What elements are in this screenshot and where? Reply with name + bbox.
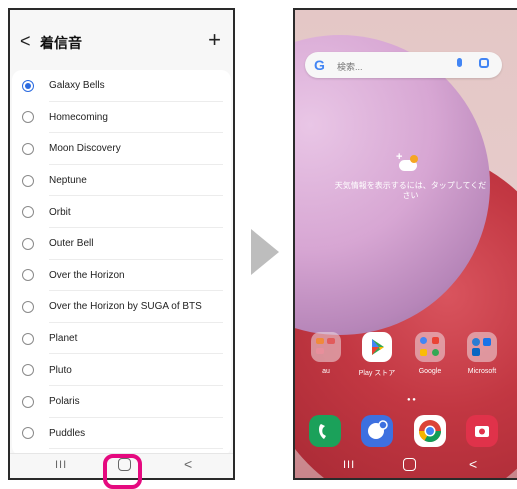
back-nav-icon[interactable]: < [184,456,192,472]
ringtone-label: Pluto [49,364,72,376]
radio-button[interactable] [22,206,34,219]
google-search-bar[interactable]: G 検索... [305,52,502,78]
search-placeholder: 検索... [337,62,363,72]
radio-button[interactable] [22,269,34,282]
home-icon[interactable] [403,458,416,471]
mic-icon[interactable] [457,58,462,67]
ringtone-label: Moon Discovery [49,143,121,155]
ringtone-label: Polaris [49,396,80,408]
back-icon[interactable]: < [20,32,31,50]
ringtone-item[interactable]: Moon Discovery [12,133,231,165]
chrome-icon [414,415,446,447]
radio-button[interactable] [22,111,34,124]
camera-icon [466,415,498,447]
messages-icon [361,415,393,447]
ringtone-label: Over the Horizon by SUGA of BTS [49,301,202,313]
radio-button[interactable] [22,364,34,377]
radio-button[interactable] [22,174,34,187]
radio-button[interactable] [22,300,34,313]
ringtone-label: Puddles [49,427,86,439]
phone-icon [309,415,341,447]
radio-button[interactable] [22,237,34,250]
page-indicator: ● ● [407,397,416,403]
radio-button[interactable] [22,427,34,440]
arrow-right-icon [251,229,279,275]
app-label: Google [418,368,442,375]
app-au-folder[interactable]: au [305,332,347,375]
radio-button[interactable] [22,142,34,155]
radio-button[interactable] [22,332,34,345]
ringtone-label: Galaxy Bells [49,80,105,92]
ringtone-item[interactable]: Polaris [12,386,231,418]
ringtone-label: Outer Bell [49,238,94,250]
ringtone-item[interactable]: Galaxy Bells [12,70,231,102]
recent-apps-icon[interactable]: III [343,459,355,471]
ringtone-item[interactable]: Over the Horizon by SUGA of BTS [12,291,231,323]
page-title: 着信音 [40,35,82,51]
dock-messages[interactable] [356,415,398,447]
ringtone-label: Neptune [49,175,87,187]
back-nav-icon[interactable]: < [469,456,477,472]
radio-button[interactable] [22,395,34,408]
ringtone-item[interactable]: Outer Bell [12,228,231,260]
app-google-folder[interactable]: Google [409,332,451,375]
app-play-store[interactable]: Play ストア [356,332,398,378]
add-icon[interactable]: + [208,27,221,53]
home-button-highlight [103,454,142,489]
app-label: Microsoft [467,368,497,375]
ringtone-item[interactable]: Planet [12,323,231,355]
weather-widget-text[interactable]: 天気情報を表示するには、タップしてください [333,181,488,201]
ringtone-item[interactable]: Pluto [12,354,231,386]
app-microsoft-folder[interactable]: Microsoft [461,332,503,375]
app-label: Play ストア [358,370,396,377]
ringtone-item[interactable]: Homecoming [12,102,231,134]
dock-camera[interactable] [461,415,503,447]
ringtone-label: Homecoming [49,111,108,123]
dock-chrome[interactable] [409,415,451,447]
radio-button[interactable] [22,79,34,92]
play-store-icon [362,332,392,362]
header: < 着信音 + [10,10,233,64]
recent-apps-icon[interactable]: III [55,459,67,471]
ringtone-label: Over the Horizon [49,269,125,281]
dock-phone[interactable] [304,415,346,447]
home-screen: G 検索... + 天気情報を表示するには、タップしてください au Play … [293,8,517,480]
sun-icon [410,155,418,163]
app-label: au [322,368,330,375]
ringtone-item[interactable]: Orbit [12,196,231,228]
google-icon: G [314,57,325,73]
ringtone-label: Orbit [49,206,71,218]
ringtone-list: Galaxy Bells Homecoming Moon Discovery Nept… [12,70,231,456]
microsoft-folder-icon [467,332,497,362]
folder-icon [311,332,341,362]
ringtone-item[interactable]: Puddles [12,418,231,450]
ringtone-item[interactable]: Neptune [12,165,231,197]
lens-icon[interactable] [479,58,489,68]
ringtone-label: Planet [49,333,78,345]
google-folder-icon [415,332,445,362]
ringtone-settings-screen: < 着信音 + Galaxy Bells Homecoming Moon Disco… [8,8,235,480]
nav-bar: III < [295,454,517,478]
ringtone-item[interactable]: Over the Horizon [12,260,231,292]
